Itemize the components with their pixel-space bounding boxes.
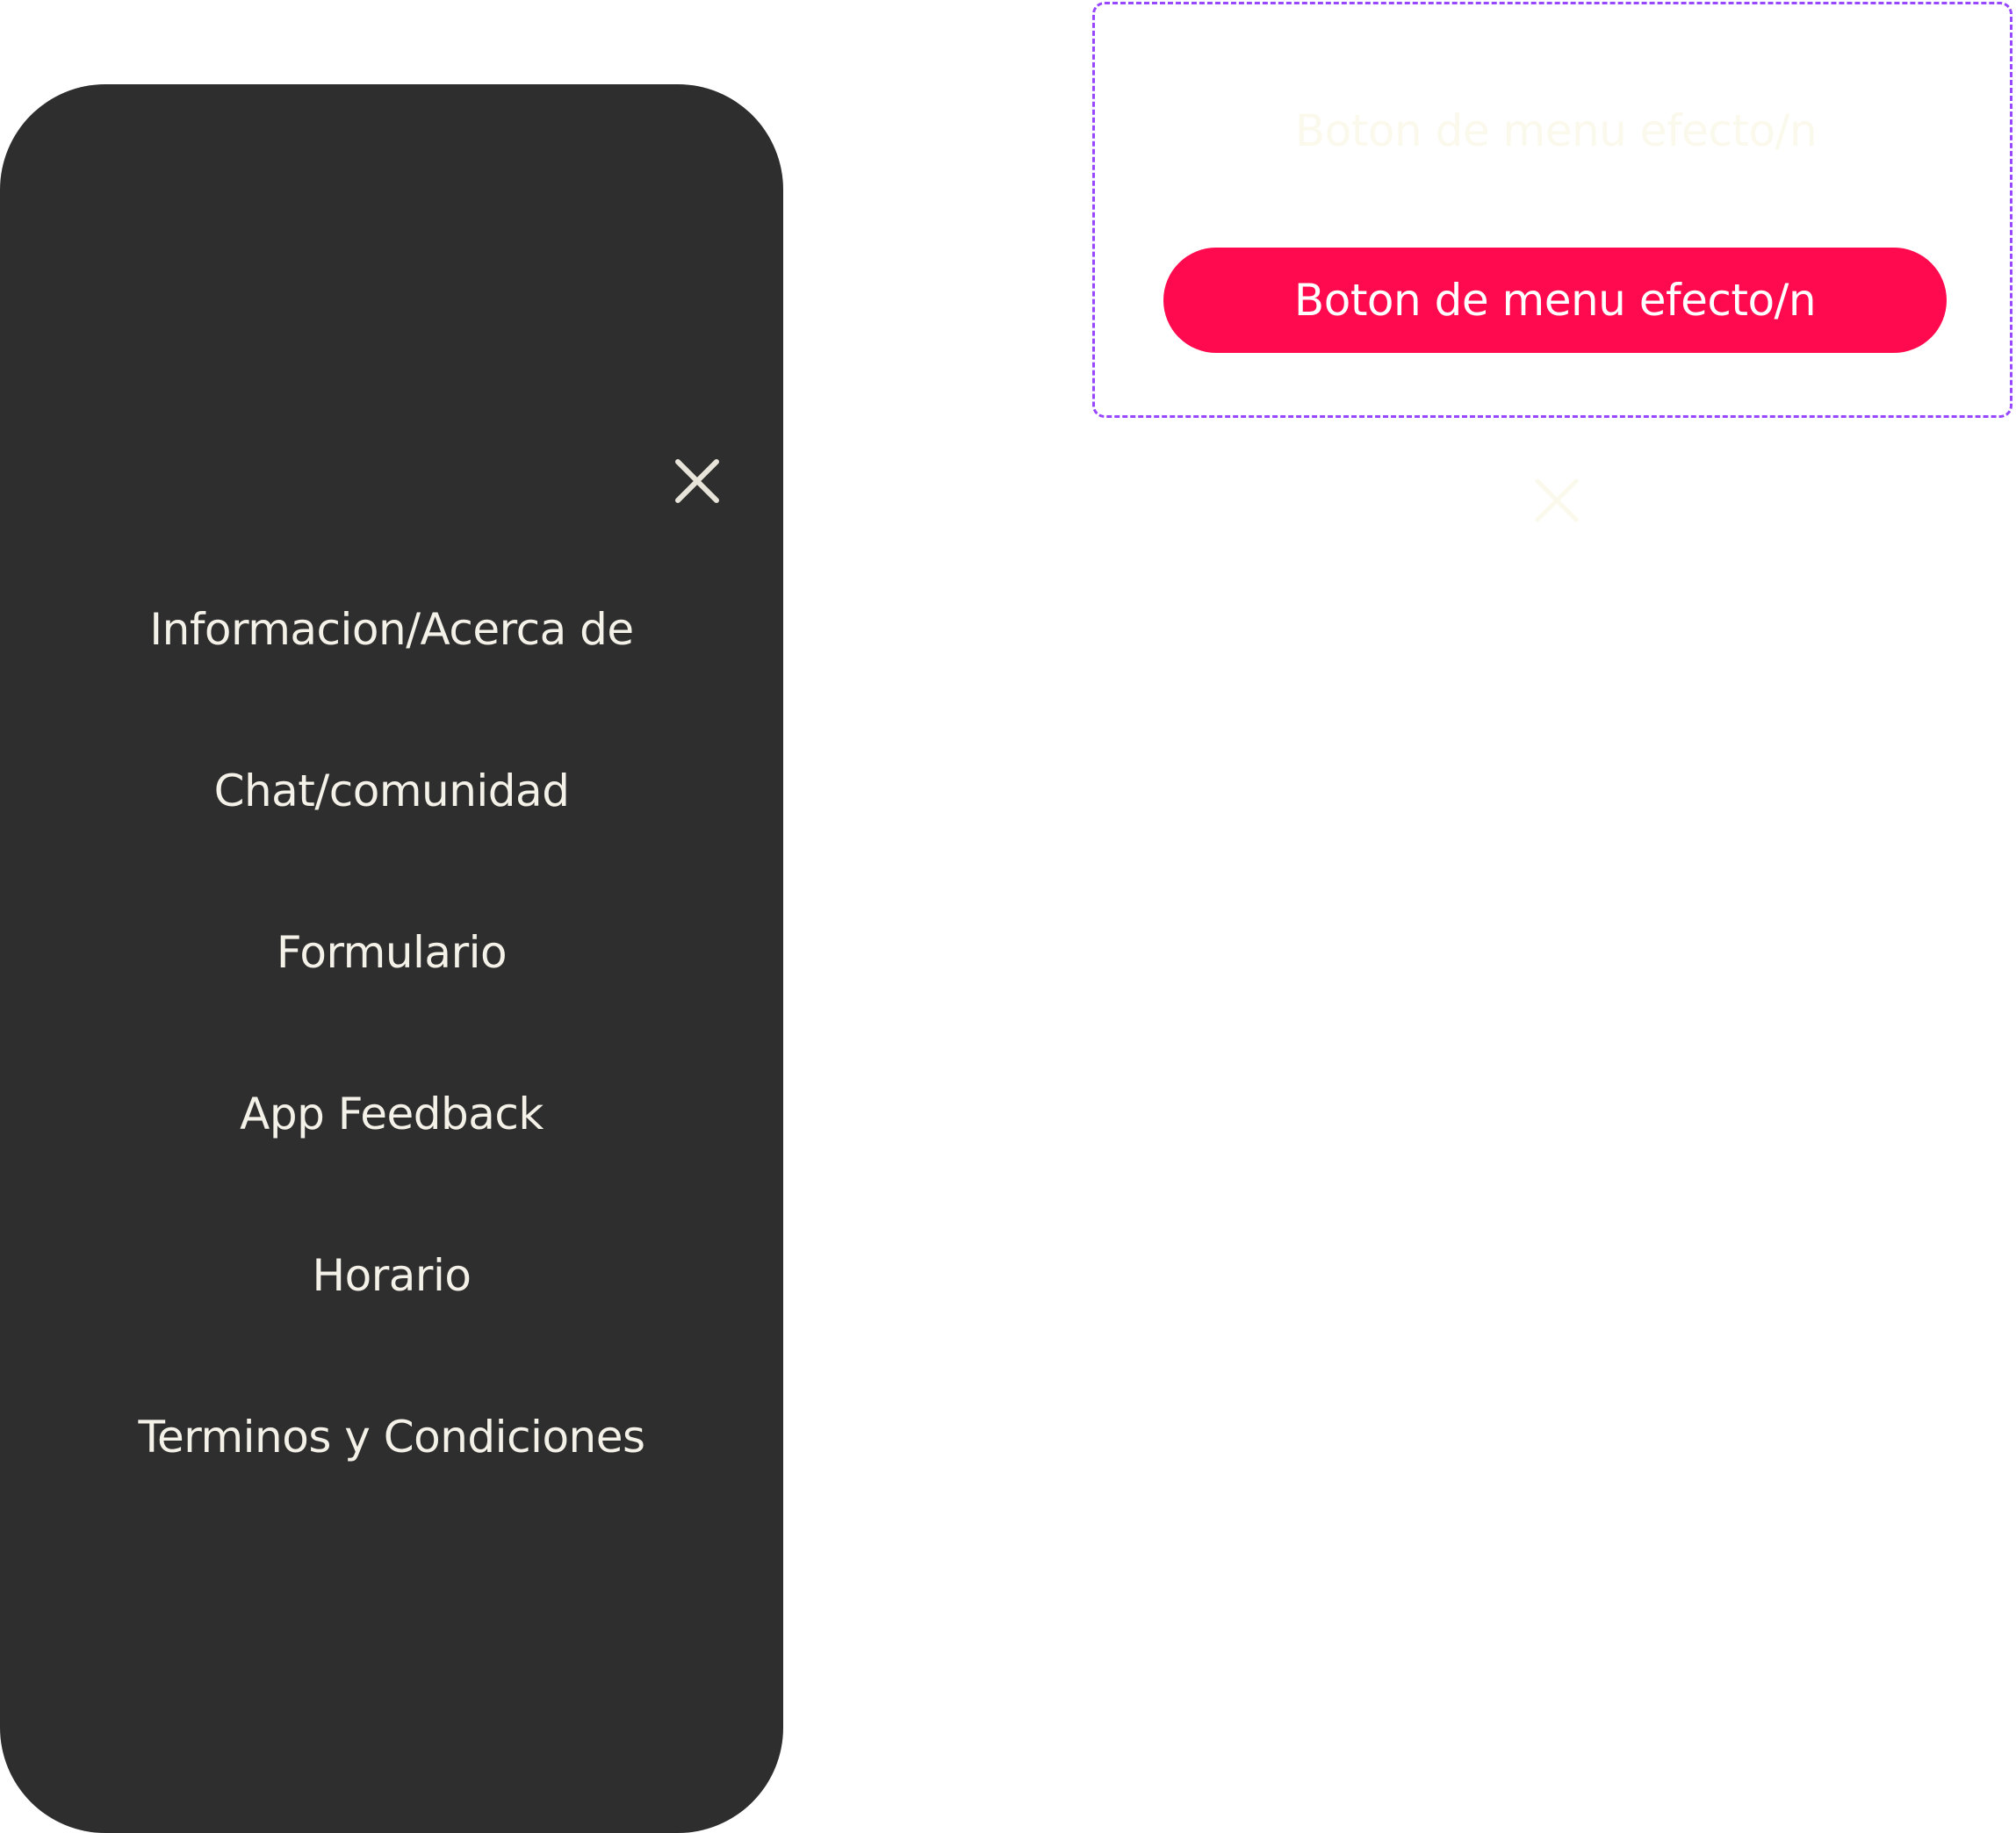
menu-list: Informacion/Acerca de Chat/comunidad For… <box>0 84 783 1833</box>
menu-item-terminos[interactable]: Terminos y Condiciones <box>0 1406 783 1468</box>
close-icon <box>1535 478 1579 522</box>
menu-item-app-feedback[interactable]: App Feedback <box>0 1083 783 1145</box>
menu-item-formulario[interactable]: Formulario <box>0 922 783 983</box>
standalone-close-button[interactable] <box>1532 476 1581 525</box>
menu-button-default[interactable]: Boton de menu efecto/n <box>1165 87 1947 175</box>
menu-item-chat[interactable]: Chat/comunidad <box>0 760 783 822</box>
menu-button-pressed[interactable]: Boton de menu efecto/n <box>1163 248 1947 353</box>
menu-panel: Informacion/Acerca de Chat/comunidad For… <box>0 84 783 1833</box>
menu-item-horario[interactable]: Horario <box>0 1245 783 1306</box>
menu-button-variants-frame: Boton de menu efecto/n Boton de menu efe… <box>1092 2 2012 418</box>
canvas: Informacion/Acerca de Chat/comunidad For… <box>0 0 2016 1833</box>
menu-item-informacion[interactable]: Informacion/Acerca de <box>0 599 783 660</box>
